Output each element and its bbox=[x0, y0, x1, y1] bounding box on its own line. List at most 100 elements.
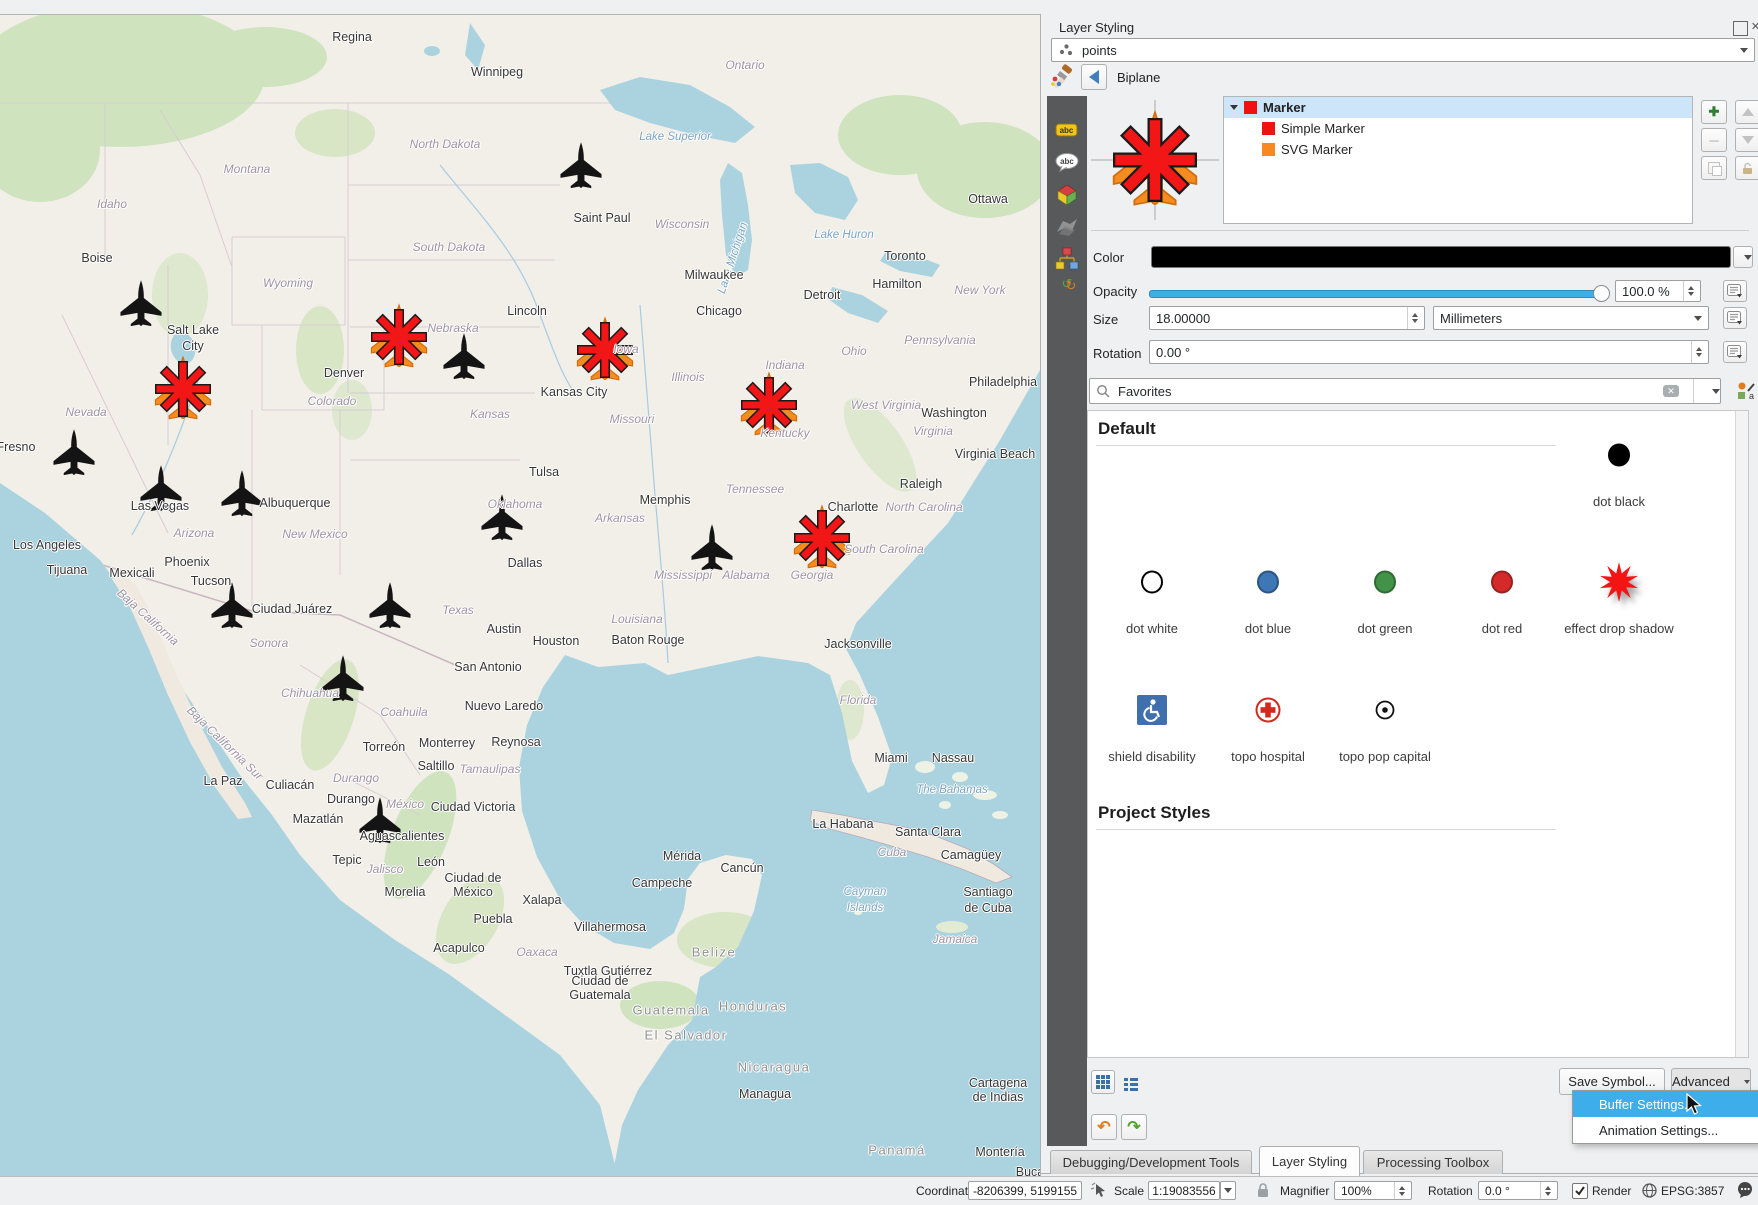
chevron-down-icon bbox=[1740, 48, 1748, 53]
style-search-box[interactable]: Favorites ✕ bbox=[1089, 378, 1721, 404]
style-item-topo-hospital[interactable]: topo hospital bbox=[1213, 671, 1323, 764]
map-label: Panamá bbox=[868, 1143, 925, 1158]
map-label: Baja California Sur bbox=[184, 703, 266, 783]
opacity-slider[interactable] bbox=[1149, 290, 1603, 298]
tree-row-svg-marker[interactable]: SVG Marker bbox=[1224, 139, 1692, 160]
spin-arrows[interactable] bbox=[1691, 341, 1702, 363]
style-item-dot-black[interactable]: dot black bbox=[1564, 416, 1674, 509]
coordinate-field[interactable]: -8206399, 5199155 bbox=[968, 1181, 1082, 1200]
tab-debugging-development-tools[interactable]: Debugging/Development Tools bbox=[1050, 1150, 1252, 1174]
style-item-label: dot red bbox=[1447, 621, 1557, 636]
icon-view-button[interactable] bbox=[1091, 1070, 1115, 1094]
size-spinbox[interactable]: 18.00000 bbox=[1149, 306, 1425, 330]
tree-row-simple-marker[interactable]: Simple Marker bbox=[1224, 118, 1692, 139]
map-label: Florida bbox=[840, 693, 877, 707]
opacity-data-defined-button[interactable] bbox=[1723, 280, 1747, 302]
tab-processing-toolbox[interactable]: Processing Toolbox bbox=[1363, 1150, 1503, 1174]
menu-item-buffer-settings[interactable]: Buffer Settings... bbox=[1573, 1091, 1758, 1117]
spin-arrows[interactable] bbox=[1407, 307, 1418, 329]
3d-view-icon[interactable] bbox=[1055, 182, 1079, 206]
style-item-dot-white[interactable]: dot white bbox=[1097, 543, 1207, 636]
spin-arrows[interactable] bbox=[1394, 1182, 1405, 1199]
style-item-effect-drop-shadow[interactable]: effect drop shadow bbox=[1564, 543, 1674, 636]
history-icon[interactable]: ↺↻ bbox=[1055, 278, 1079, 302]
labels-icon[interactable]: abc bbox=[1055, 118, 1079, 142]
scale-combo-arrow[interactable] bbox=[1220, 1181, 1236, 1200]
menu-item-animation-settings[interactable]: Animation Settings... bbox=[1573, 1117, 1758, 1143]
map-label: Baja California bbox=[114, 586, 181, 649]
remove-symbol-layer-button[interactable]: ─ bbox=[1701, 128, 1727, 152]
data-defined-icon bbox=[1727, 311, 1743, 325]
map-canvas[interactable]: ReginaWinnipegOntarioLake SuperiorNorth … bbox=[0, 14, 1040, 1177]
rotation-spinbox[interactable]: 0.0 ° bbox=[1478, 1181, 1558, 1200]
chevron-down-icon bbox=[1712, 389, 1720, 394]
map-label: Alabama bbox=[722, 568, 769, 582]
map-label: New Mexico bbox=[282, 527, 347, 541]
panel-mode-toolbar: abc abc ↺↻ bbox=[1047, 96, 1087, 1146]
diagrams-icon[interactable] bbox=[1055, 246, 1079, 270]
opacity-spinbox[interactable]: 100.0 % bbox=[1615, 280, 1701, 302]
redo-button[interactable]: ↷ bbox=[1121, 1114, 1147, 1140]
style-item-dot-blue[interactable]: dot blue bbox=[1213, 543, 1323, 636]
spin-arrows[interactable] bbox=[1540, 1182, 1551, 1199]
svg-text:a: a bbox=[1749, 391, 1754, 401]
map-label: Louisiana bbox=[611, 612, 662, 626]
map-tips-icon[interactable] bbox=[1055, 214, 1079, 238]
map-label: Cartagena bbox=[969, 1076, 1027, 1090]
style-manager-button[interactable]: a bbox=[1735, 380, 1757, 402]
spin-arrows[interactable] bbox=[1683, 281, 1694, 301]
move-down-button[interactable] bbox=[1735, 128, 1758, 152]
undo-button[interactable]: ↶ bbox=[1091, 1114, 1117, 1140]
style-item-topo-pop-capital[interactable]: topo pop capital bbox=[1330, 671, 1440, 764]
crs-value[interactable]: EPSG:3857 bbox=[1661, 1184, 1724, 1198]
lock-scale-icon[interactable] bbox=[1256, 1182, 1270, 1198]
rotation-value: 0.00 ° bbox=[1156, 345, 1190, 360]
tree-row-marker[interactable]: Marker bbox=[1224, 97, 1692, 118]
tab-layer-styling[interactable]: Layer Styling bbox=[1259, 1146, 1360, 1176]
rotation-spinbox[interactable]: 0.00 ° bbox=[1149, 340, 1709, 364]
messages-icon[interactable] bbox=[1736, 1181, 1754, 1199]
back-button[interactable] bbox=[1081, 64, 1107, 90]
map-label: Lake Michigan bbox=[716, 221, 750, 295]
map-label: West Virginia bbox=[851, 398, 921, 412]
close-panel-icon[interactable]: ✕ bbox=[1749, 21, 1758, 34]
magnifier-spinbox[interactable]: 100% bbox=[1334, 1181, 1412, 1200]
mouse-extent-icon[interactable] bbox=[1090, 1182, 1108, 1200]
clear-search-icon[interactable]: ✕ bbox=[1663, 385, 1679, 397]
float-panel-icon[interactable] bbox=[1733, 21, 1748, 36]
expander-icon[interactable] bbox=[1230, 105, 1238, 110]
map-label: Tepic bbox=[332, 853, 361, 867]
crs-globe-icon[interactable] bbox=[1642, 1183, 1657, 1198]
map-label: Washington bbox=[921, 406, 987, 420]
move-up-button[interactable] bbox=[1735, 100, 1758, 124]
style-item-dot-green[interactable]: dot green bbox=[1330, 543, 1440, 636]
color-swatch-button[interactable] bbox=[1151, 246, 1731, 268]
duplicate-layer-button[interactable] bbox=[1701, 156, 1727, 180]
search-dropdown-button[interactable] bbox=[1693, 379, 1720, 403]
list-view-button[interactable] bbox=[1119, 1072, 1143, 1096]
style-item-label: topo hospital bbox=[1213, 749, 1323, 764]
chevron-down-icon bbox=[1224, 1188, 1232, 1193]
down-arrow-icon bbox=[1742, 136, 1754, 144]
map-label: Kentucky bbox=[760, 426, 809, 440]
map-label: Ciudad de bbox=[572, 974, 629, 988]
chevron-down-icon bbox=[1744, 255, 1752, 260]
size-unit-combo[interactable]: Millimeters bbox=[1433, 306, 1709, 330]
opacity-slider-handle[interactable] bbox=[1593, 285, 1610, 302]
marker-swatch bbox=[1244, 101, 1257, 114]
map-label: Milwaukee bbox=[684, 268, 743, 282]
size-data-defined-button[interactable] bbox=[1723, 307, 1747, 329]
browser-scrollbar[interactable] bbox=[1735, 411, 1748, 1057]
layer-selector-combo[interactable]: points bbox=[1051, 38, 1755, 62]
dot-red-icon bbox=[1447, 543, 1557, 621]
style-item-shield-disability[interactable]: shield disability bbox=[1097, 671, 1207, 764]
color-dropdown-button[interactable] bbox=[1733, 246, 1753, 268]
style-item-dot-red[interactable]: dot red bbox=[1447, 543, 1557, 636]
scale-combo[interactable]: 1:19083556 bbox=[1148, 1181, 1220, 1200]
add-symbol-layer-button[interactable]: ✚ bbox=[1701, 100, 1727, 124]
rotation-data-defined-button[interactable] bbox=[1723, 341, 1747, 363]
render-checkbox[interactable] bbox=[1572, 1183, 1588, 1199]
map-label: Coahuila bbox=[380, 705, 427, 719]
lock-colors-button[interactable] bbox=[1735, 156, 1758, 180]
callouts-icon[interactable]: abc bbox=[1055, 150, 1079, 174]
